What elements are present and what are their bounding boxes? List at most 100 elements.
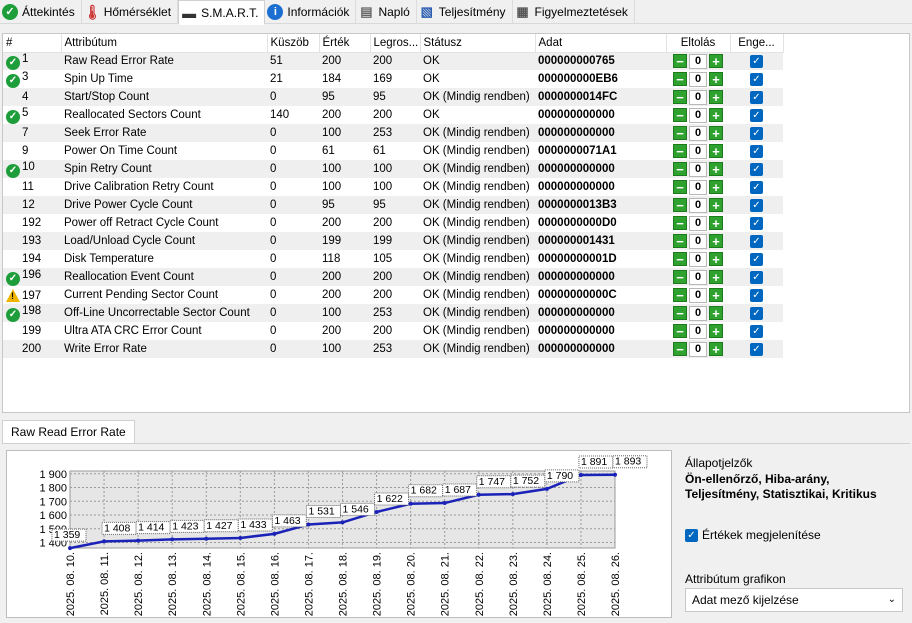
tab-áttekintés[interactable]: ✓ Áttekintés: [0, 0, 82, 24]
offset-value[interactable]: 0: [689, 233, 707, 249]
table-row[interactable]: ✓ 3 Spin Up Time 21 184 169 OK 000000000EB6 −0 + ✓: [3, 70, 783, 88]
offset-value[interactable]: 0: [689, 305, 707, 321]
tab-napló[interactable]: ▤ Napló: [356, 0, 417, 24]
tab-információk[interactable]: i Információk: [265, 0, 357, 24]
plus-button[interactable]: +: [709, 306, 723, 320]
minus-button[interactable]: −: [673, 144, 687, 158]
table-row[interactable]: ✓ 198 Off-Line Uncorrectable Sector Count 0…: [3, 304, 783, 322]
minus-button[interactable]: −: [673, 252, 687, 266]
tab-chart-attribute[interactable]: Raw Read Error Rate: [2, 420, 135, 444]
plus-button[interactable]: +: [709, 108, 723, 122]
column-header[interactable]: Küszöb: [267, 34, 320, 53]
plus-button[interactable]: +: [709, 288, 723, 302]
tab-s-m-a-r-t-[interactable]: ▬ S.M.A.R.T.: [178, 0, 266, 25]
column-header[interactable]: Érték: [319, 34, 371, 53]
offset-value[interactable]: 0: [689, 161, 707, 177]
enabled-checkbox[interactable]: ✓: [750, 72, 763, 86]
minus-button[interactable]: −: [673, 324, 687, 338]
show-values-checkbox[interactable]: ✓ Értékek megjelenítése: [685, 528, 821, 542]
offset-value[interactable]: 0: [689, 107, 707, 123]
plus-button[interactable]: +: [709, 216, 723, 230]
plus-button[interactable]: +: [709, 90, 723, 104]
enabled-checkbox[interactable]: ✓: [750, 162, 763, 176]
column-header[interactable]: Státusz: [420, 34, 536, 53]
plus-button[interactable]: +: [709, 162, 723, 176]
column-header[interactable]: Adat: [535, 34, 667, 53]
table-row[interactable]: 199 Ultra ATA CRC Error Count 0 200 200 OK (M…: [3, 322, 783, 340]
offset-value[interactable]: 0: [689, 323, 707, 339]
enabled-checkbox[interactable]: ✓: [750, 144, 763, 158]
offset-value[interactable]: 0: [689, 215, 707, 231]
enabled-checkbox[interactable]: ✓: [750, 342, 763, 356]
plus-button[interactable]: +: [709, 72, 723, 86]
enabled-checkbox[interactable]: ✓: [750, 126, 763, 140]
minus-button[interactable]: −: [673, 180, 687, 194]
offset-value[interactable]: 0: [689, 341, 707, 357]
offset-value[interactable]: 0: [689, 143, 707, 159]
enabled-checkbox[interactable]: ✓: [750, 54, 763, 68]
minus-button[interactable]: −: [673, 270, 687, 284]
plus-button[interactable]: +: [709, 180, 723, 194]
column-header[interactable]: Legros...: [370, 34, 421, 53]
enabled-checkbox[interactable]: ✓: [750, 252, 763, 266]
tab-figyelmeztetések[interactable]: ▦ Figyelmeztetések: [513, 0, 635, 24]
table-row[interactable]: 9 Power On Time Count 0 61 61 OK (Mindig rend…: [3, 142, 783, 160]
plus-button[interactable]: +: [709, 342, 723, 356]
minus-button[interactable]: −: [673, 342, 687, 356]
offset-value[interactable]: 0: [689, 269, 707, 285]
table-row[interactable]: 11 Drive Calibration Retry Count 0 100 100 OK…: [3, 178, 783, 196]
table-row[interactable]: 12 Drive Power Cycle Count 0 95 95 OK (Mindig…: [3, 196, 783, 214]
offset-value[interactable]: 0: [689, 179, 707, 195]
plus-button[interactable]: +: [709, 270, 723, 284]
plus-button[interactable]: +: [709, 144, 723, 158]
plus-button[interactable]: +: [709, 234, 723, 248]
plus-button[interactable]: +: [709, 252, 723, 266]
table-row[interactable]: 4 Start/Stop Count 0 95 95 OK (Mindig rendben…: [3, 88, 783, 106]
table-row[interactable]: ! 197 Current Pending Sector Count 0 200 200 O…: [3, 286, 783, 304]
enabled-checkbox[interactable]: ✓: [750, 198, 763, 212]
minus-button[interactable]: −: [673, 126, 687, 140]
tab-teljesítmény[interactable]: ▧ Teljesítmény: [417, 0, 513, 24]
table-row[interactable]: 192 Power off Retract Cycle Count 0 200 200 O…: [3, 214, 783, 232]
enabled-checkbox[interactable]: ✓: [750, 270, 763, 284]
minus-button[interactable]: −: [673, 306, 687, 320]
offset-value[interactable]: 0: [689, 197, 707, 213]
table-row[interactable]: ✓ 1 Raw Read Error Rate 51 200 200 OK 000000000…: [3, 52, 783, 70]
table-row[interactable]: ✓ 10 Spin Retry Count 0 100 100 OK (Mindig ren…: [3, 160, 783, 178]
plus-button[interactable]: +: [709, 198, 723, 212]
minus-button[interactable]: −: [673, 72, 687, 86]
enabled-checkbox[interactable]: ✓: [750, 216, 763, 230]
table-row[interactable]: 200 Write Error Rate 0 100 253 OK (Mindig ren…: [3, 340, 783, 358]
enabled-checkbox[interactable]: ✓: [750, 180, 763, 194]
table-row[interactable]: 7 Seek Error Rate 0 100 253 OK (Mindig rendbe…: [3, 124, 783, 142]
offset-value[interactable]: 0: [689, 125, 707, 141]
offset-value[interactable]: 0: [689, 89, 707, 105]
offset-value[interactable]: 0: [689, 251, 707, 267]
offset-value[interactable]: 0: [689, 287, 707, 303]
enabled-checkbox[interactable]: ✓: [750, 324, 763, 338]
table-row[interactable]: 193 Load/Unload Cycle Count 0 199 199 OK (Min…: [3, 232, 783, 250]
plus-button[interactable]: +: [709, 126, 723, 140]
enabled-checkbox[interactable]: ✓: [750, 108, 763, 122]
minus-button[interactable]: −: [673, 216, 687, 230]
offset-value[interactable]: 0: [689, 53, 707, 69]
checkbox-checked-icon[interactable]: ✓: [685, 528, 698, 542]
plus-button[interactable]: +: [709, 324, 723, 338]
minus-button[interactable]: −: [673, 90, 687, 104]
column-header[interactable]: Attribútum: [61, 34, 268, 53]
minus-button[interactable]: −: [673, 54, 687, 69]
enabled-checkbox[interactable]: ✓: [750, 288, 763, 302]
column-header[interactable]: Enge...: [730, 34, 784, 53]
minus-button[interactable]: −: [673, 162, 687, 176]
column-header[interactable]: Eltolás: [666, 34, 731, 53]
offset-value[interactable]: 0: [689, 71, 707, 87]
enabled-checkbox[interactable]: ✓: [750, 234, 763, 248]
tab-hőmérséklet[interactable]: 🌡 Hőmérséklet: [82, 0, 179, 24]
plus-button[interactable]: +: [709, 54, 723, 69]
table-row[interactable]: ✓ 196 Reallocation Event Count 0 200 200 OK (M…: [3, 268, 783, 286]
minus-button[interactable]: −: [673, 288, 687, 302]
table-row[interactable]: ✓ 5 Reallocated Sectors Count 140 200 200 OK 00…: [3, 106, 783, 124]
column-header[interactable]: #: [3, 34, 62, 53]
enabled-checkbox[interactable]: ✓: [750, 90, 763, 104]
minus-button[interactable]: −: [673, 108, 687, 122]
